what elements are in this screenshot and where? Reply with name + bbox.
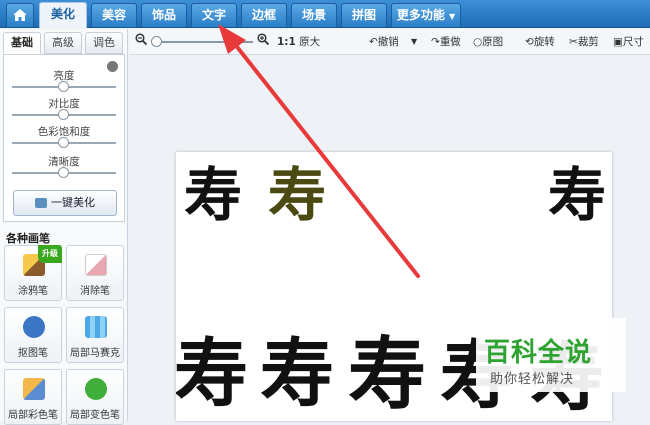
watermark: 百科全说 助你轻松解决 bbox=[476, 318, 626, 392]
watermark-subtitle: 助你轻松解决 bbox=[490, 372, 575, 387]
watermark-title: 百科全说 bbox=[484, 338, 593, 368]
